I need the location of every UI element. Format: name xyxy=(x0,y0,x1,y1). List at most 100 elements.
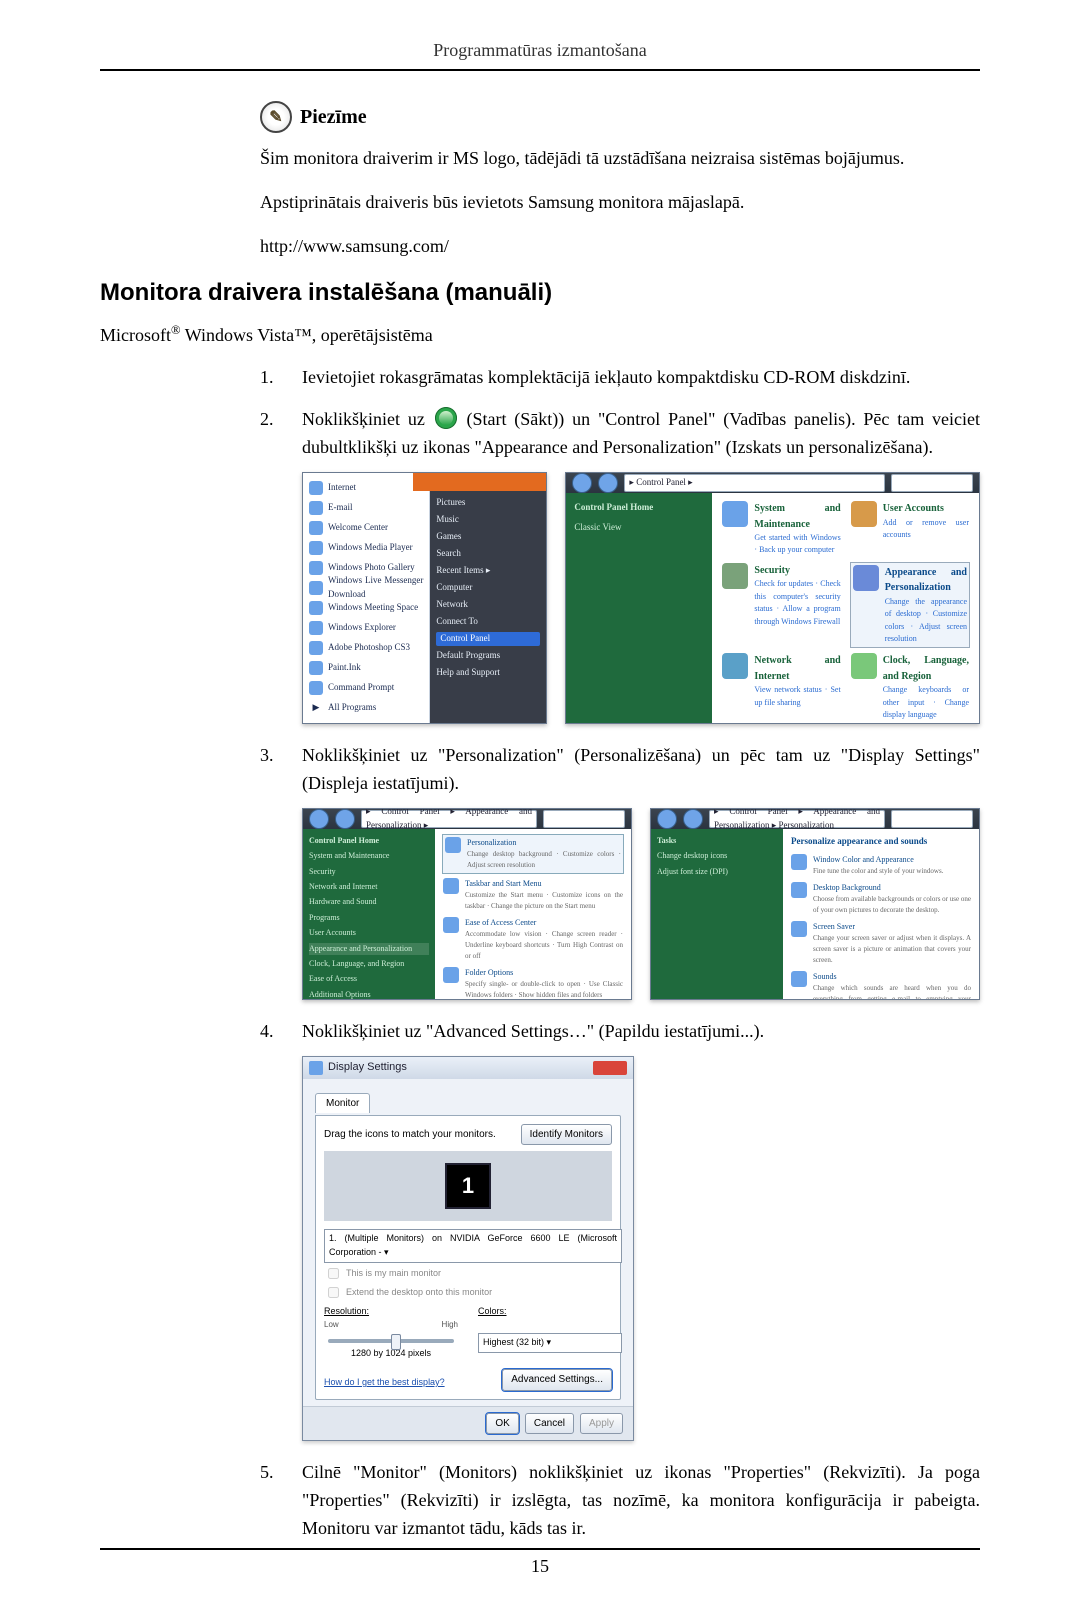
identify-monitors-button[interactable]: Identify Monitors xyxy=(521,1124,612,1146)
cp-cat-sub: Get started with Windows · Back up your … xyxy=(754,532,840,557)
appearance-item-personalization[interactable]: PersonalizationChange desktop background… xyxy=(443,835,623,873)
sidebar-link[interactable]: Security xyxy=(309,866,429,878)
start-item[interactable]: Adobe Photoshop CS3 xyxy=(307,639,425,657)
start-item[interactable]: Paint.Ink xyxy=(307,659,425,677)
cp-category[interactable]: Clock, Language, and RegionChange keyboa… xyxy=(851,653,969,721)
start-item[interactable]: Windows Meeting Space xyxy=(307,599,425,617)
cp-home-link[interactable]: Control Panel Home xyxy=(574,501,704,515)
forward-button-icon[interactable] xyxy=(335,809,355,829)
extend-desktop-checkbox: Extend the desktop onto this monitor xyxy=(324,1284,612,1301)
sidebar-link[interactable]: System and Maintenance xyxy=(309,850,429,862)
start-item[interactable]: Welcome Center xyxy=(307,519,425,537)
sidebar-link[interactable]: Change desktop icons xyxy=(657,850,777,862)
start-item[interactable]: Windows Explorer xyxy=(307,619,425,637)
sidebar-link-active[interactable]: Appearance and Personalization xyxy=(309,943,429,955)
appearance-item[interactable]: Ease of Access CenterAccommodate low vis… xyxy=(443,917,623,962)
sidebar-link[interactable]: Network and Internet xyxy=(309,881,429,893)
sidebar-link[interactable]: Clock, Language, and Region xyxy=(309,958,429,970)
start-right-control-panel[interactable]: Control Panel xyxy=(436,632,540,646)
sidebar-link[interactable]: Hardware and Sound xyxy=(309,896,429,908)
dialog-title: Display Settings xyxy=(328,1059,407,1076)
back-button-icon[interactable] xyxy=(309,809,329,829)
cp-category[interactable]: SecurityCheck for updates · Check this c… xyxy=(722,563,840,648)
start-right-link[interactable]: Documents xyxy=(436,479,540,493)
start-item-label: All Programs xyxy=(328,701,376,715)
resolution-slider[interactable] xyxy=(328,1339,454,1343)
appearance-sidebar: Control Panel Home System and Maintenanc… xyxy=(303,829,435,1000)
start-right-link[interactable]: Network xyxy=(436,598,540,612)
sidebar-link[interactable]: Ease of Access xyxy=(309,973,429,985)
search-input[interactable] xyxy=(891,474,973,492)
address-bar[interactable]: ▸ Control Panel ▸ xyxy=(624,474,885,492)
start-right-link[interactable]: Computer xyxy=(436,581,540,595)
step-2: Noklikšķiniet uz (Start (Sākt)) un "Cont… xyxy=(260,406,980,724)
start-item[interactable]: Command Prompt xyxy=(307,679,425,697)
start-right-link[interactable]: Games xyxy=(436,530,540,544)
start-right-link[interactable]: Music xyxy=(436,513,540,527)
cp-home-link[interactable]: Control Panel Home xyxy=(309,835,429,847)
help-link[interactable]: How do I get the best display? xyxy=(324,1376,445,1390)
address-bar[interactable]: ▸ Control Panel ▸ Appearance and Persona… xyxy=(361,810,537,828)
cp-category-appearance[interactable]: Appearance and PersonalizationChange the… xyxy=(851,563,969,648)
sidebar-link[interactable]: User Accounts xyxy=(309,927,429,939)
os-prefix: Microsoft xyxy=(100,325,171,345)
search-input[interactable] xyxy=(543,810,625,828)
start-item-label: Windows Meeting Space xyxy=(328,601,418,615)
forward-button-icon[interactable] xyxy=(598,473,618,493)
start-item[interactable]: E-mail xyxy=(307,499,425,517)
start-right-link[interactable]: Connect To xyxy=(436,615,540,629)
close-icon[interactable] xyxy=(593,1061,627,1075)
classic-view-link[interactable]: Classic View xyxy=(574,521,704,535)
sidebar-link[interactable]: Adjust font size (DPI) xyxy=(657,866,777,878)
forward-button-icon[interactable] xyxy=(683,809,703,829)
start-item[interactable]: Internet xyxy=(307,479,425,497)
monitor-1-icon[interactable]: 1 xyxy=(445,1163,491,1209)
page: Programmatūras izmantošana ✎ Piezīme Šim… xyxy=(0,0,1080,1617)
start-orb-icon[interactable] xyxy=(309,723,329,724)
start-right-link[interactable]: Recent Items ▸ xyxy=(436,564,540,578)
item-desc: Change desktop background · Customize co… xyxy=(467,849,621,871)
start-right-link[interactable]: Pictures xyxy=(436,496,540,510)
back-button-icon[interactable] xyxy=(657,809,677,829)
pers-item[interactable]: Window Color and AppearanceFine tune the… xyxy=(791,854,971,877)
sidebar-link[interactable]: Programs xyxy=(309,912,429,924)
start-all-programs[interactable]: ▶All Programs xyxy=(307,699,425,717)
start-item-label: Windows Explorer xyxy=(328,621,396,635)
pers-item[interactable]: Screen SaverChange your screen saver or … xyxy=(791,921,971,966)
figure-row-3: Display Settings Monitor Drag the icons … xyxy=(302,1056,980,1442)
appearance-item[interactable]: Folder OptionsSpecify single- or double-… xyxy=(443,967,623,1000)
note-label: Piezīme xyxy=(300,106,367,129)
start-right-link[interactable]: Help and Support xyxy=(436,666,540,680)
colors-select[interactable]: Highest (32 bit) ▾ xyxy=(478,1333,622,1353)
start-item[interactable]: Windows Media Player xyxy=(307,539,425,557)
monitor-tab[interactable]: Monitor xyxy=(315,1093,370,1114)
start-right-link[interactable]: Default Programs xyxy=(436,649,540,663)
ok-button[interactable]: OK xyxy=(486,1413,518,1435)
cp-category[interactable]: System and MaintenanceGet started with W… xyxy=(722,501,840,557)
search-input[interactable] xyxy=(891,810,973,828)
appearance-item[interactable]: Taskbar and Start MenuCustomize the Star… xyxy=(443,878,623,912)
personalization-heading: Personalize appearance and sounds xyxy=(791,835,971,849)
start-right-link[interactable]: Search xyxy=(436,547,540,561)
figure-row-2: ▸ Control Panel ▸ Appearance and Persona… xyxy=(302,808,980,1000)
app-icon xyxy=(309,541,323,555)
category-icon xyxy=(722,653,748,679)
sidebar-link[interactable]: Additional Options xyxy=(309,989,429,1000)
address-bar[interactable]: ▸ Control Panel ▸ Appearance and Persona… xyxy=(709,810,885,828)
cp-category[interactable]: Network and InternetView network status … xyxy=(722,653,840,721)
advanced-settings-button[interactable]: Advanced Settings... xyxy=(502,1369,612,1391)
item-desc: Specify single- or double-click to open … xyxy=(465,979,623,1000)
pers-item[interactable]: SoundsChange which sounds are heard when… xyxy=(791,971,971,1000)
start-menu-left: Internet E-mail Welcome Center Windows M… xyxy=(303,473,430,723)
pers-item[interactable]: Desktop BackgroundChoose from available … xyxy=(791,882,971,916)
item-icon xyxy=(791,854,807,870)
start-item[interactable]: Windows Live Messenger Download xyxy=(307,579,425,597)
monitor-select[interactable]: 1. (Multiple Monitors) on NVIDIA GeForce… xyxy=(324,1229,622,1263)
item-icon xyxy=(791,921,807,937)
cp-cat-title: Network and Internet xyxy=(754,653,840,684)
app-icon xyxy=(309,641,323,655)
back-button-icon[interactable] xyxy=(572,473,592,493)
monitor-preview[interactable]: 1 xyxy=(324,1151,612,1221)
cp-category[interactable]: User AccountsAdd or remove user accounts xyxy=(851,501,969,557)
cancel-button[interactable]: Cancel xyxy=(525,1413,574,1435)
